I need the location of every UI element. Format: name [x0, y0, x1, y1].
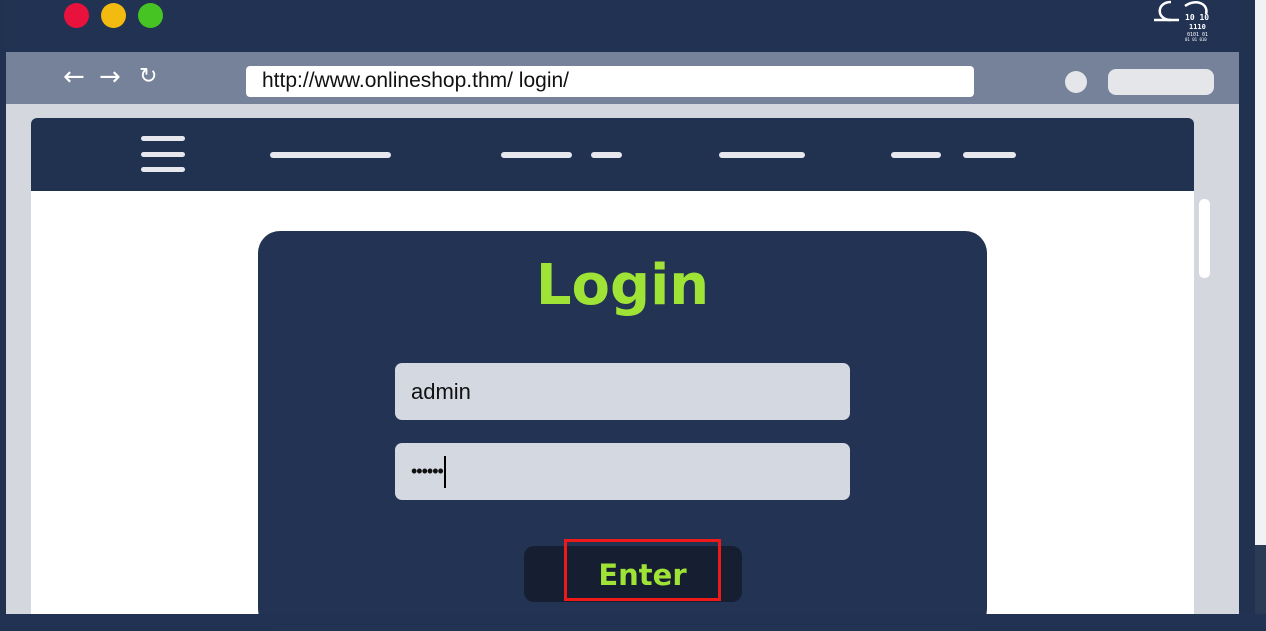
nav-link-placeholder-1[interactable] [270, 152, 391, 158]
svg-text:01 01 010: 01 01 010 [1185, 37, 1207, 42]
enter-button[interactable]: Enter [524, 539, 742, 602]
login-title: Login [535, 253, 710, 318]
login-card: Login admin •••••• Enter [258, 231, 987, 631]
nav-link-placeholder-6[interactable] [963, 152, 1016, 158]
nav-link-placeholder-2[interactable] [501, 152, 572, 158]
svg-text:10 10: 10 10 [1185, 13, 1209, 22]
address-bar[interactable]: http://www.onlineshop.thm/ login/ [246, 66, 974, 97]
scrollbar-thumb[interactable] [1199, 199, 1210, 278]
text-cursor [443, 455, 446, 488]
highlight-box [564, 539, 721, 601]
username-input[interactable]: admin [395, 363, 850, 420]
minimize-window-button[interactable] [101, 3, 126, 28]
profile-circle-icon[interactable] [1065, 71, 1087, 93]
username-value: admin [411, 378, 471, 404]
nav-link-placeholder-4[interactable] [719, 152, 805, 158]
maximize-window-button[interactable] [138, 3, 163, 28]
reload-icon[interactable]: ↻ [139, 64, 157, 90]
nav-link-placeholder-3[interactable] [591, 152, 622, 158]
password-input[interactable]: •••••• [395, 443, 850, 500]
url-text: http://www.onlineshop.thm/ login/ [262, 69, 570, 92]
window-titlebar [6, 0, 1239, 52]
nav-link-placeholder-5[interactable] [891, 152, 941, 158]
site-header [31, 118, 1194, 191]
bottom-frame [0, 614, 1266, 628]
back-arrow-icon[interactable]: ← [63, 64, 85, 90]
svg-text:1110: 1110 [1189, 23, 1206, 31]
side-panel [1255, 0, 1266, 628]
password-value: •••••• [411, 461, 444, 481]
close-window-button[interactable] [64, 3, 89, 28]
toolbar-pill-button[interactable] [1108, 69, 1214, 95]
cloud-binary-icon: 10 10 1110 0101 01 01 01 010 [1154, 0, 1209, 42]
forward-arrow-icon[interactable]: → [99, 64, 121, 90]
